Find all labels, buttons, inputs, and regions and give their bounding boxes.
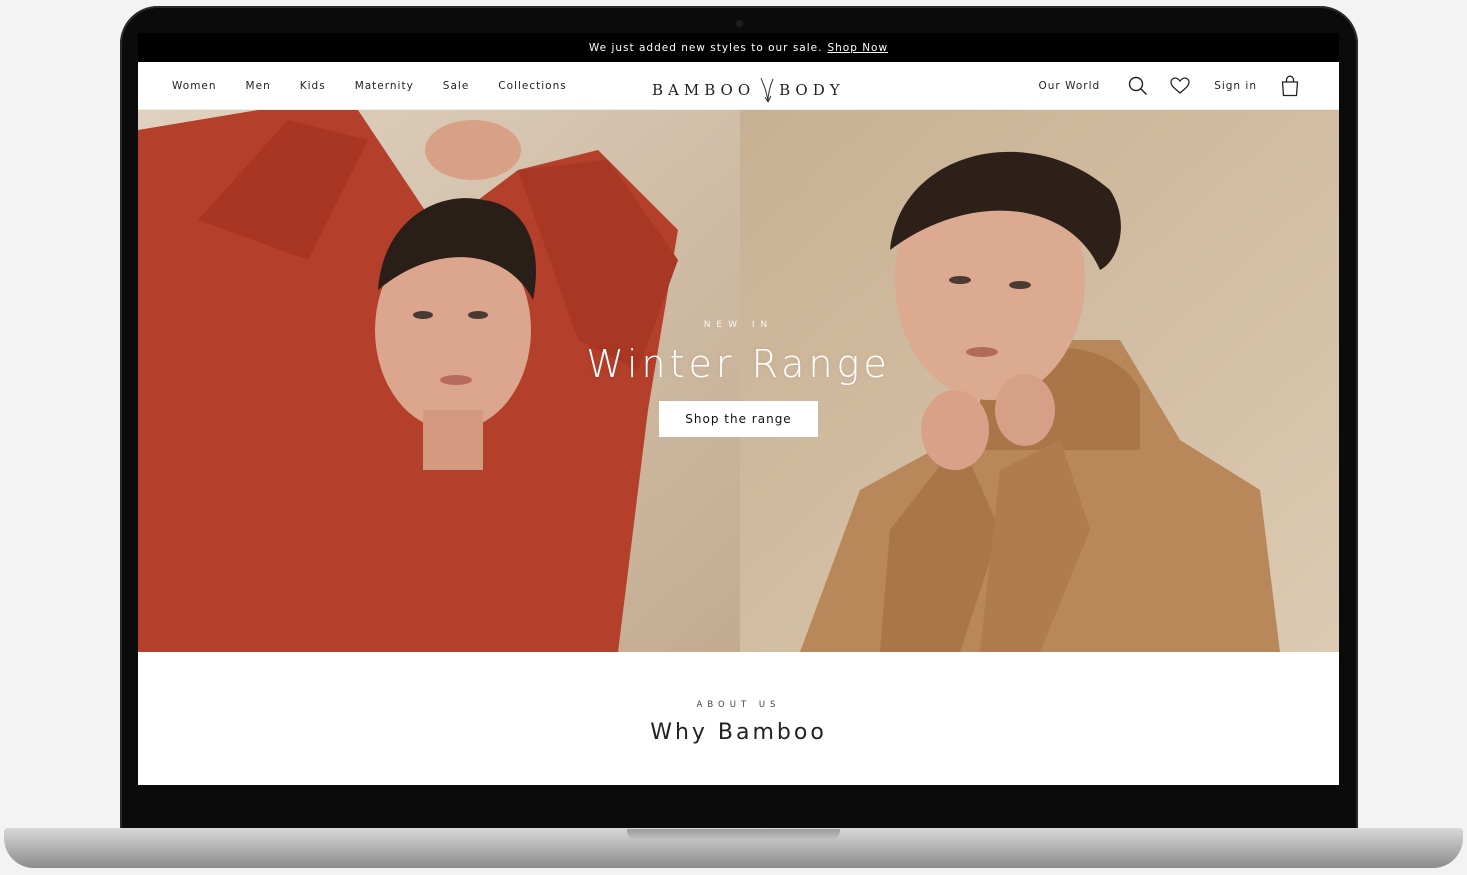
nav-men[interactable]: Men <box>246 80 271 92</box>
nav-kids[interactable]: Kids <box>300 80 326 92</box>
site-header: Women Men Kids Maternity Sale Collection… <box>138 62 1339 110</box>
logo-text-left: BAMBOO <box>652 81 756 99</box>
leaf-icon <box>760 77 774 103</box>
utility-nav: Our World Sign in <box>1039 62 1299 109</box>
nav-sign-in[interactable]: Sign in <box>1214 80 1257 92</box>
announcement-bar: We just added new styles to our sale. Sh… <box>138 33 1339 62</box>
about-section: ABOUT US Why Bamboo <box>138 652 1339 745</box>
primary-nav: Women Men Kids Maternity Sale Collection… <box>172 80 596 92</box>
nav-collections[interactable]: Collections <box>498 80 566 92</box>
announcement-text: We just added new styles to our sale. <box>588 41 823 54</box>
wishlist-heart-icon[interactable] <box>1170 76 1190 95</box>
brand-logo[interactable]: BAMBOO BODY <box>652 76 845 104</box>
hero-eyebrow: NEW IN <box>703 320 774 330</box>
nav-sale[interactable]: Sale <box>443 80 469 92</box>
about-title: Why Bamboo <box>650 720 827 745</box>
about-eyebrow: ABOUT US <box>696 700 781 710</box>
hero-title: Winter Range <box>586 342 891 386</box>
nav-women[interactable]: Women <box>172 80 217 92</box>
search-icon[interactable] <box>1128 76 1148 96</box>
browser-screen: We just added new styles to our sale. Sh… <box>138 33 1339 785</box>
nav-maternity[interactable]: Maternity <box>355 80 414 92</box>
shop-now-link[interactable]: Shop Now <box>827 42 888 54</box>
hero-banner: NEW IN Winter Range Shop the range <box>138 110 1339 652</box>
shop-the-range-button[interactable]: Shop the range <box>659 401 818 437</box>
nav-our-world[interactable]: Our World <box>1039 80 1101 92</box>
shopping-bag-icon[interactable] <box>1281 75 1299 97</box>
laptop-hinge-notch <box>627 829 840 840</box>
camera-icon <box>736 20 743 27</box>
logo-text-right: BODY <box>779 81 845 99</box>
hero-content: NEW IN Winter Range Shop the range <box>138 320 1339 437</box>
